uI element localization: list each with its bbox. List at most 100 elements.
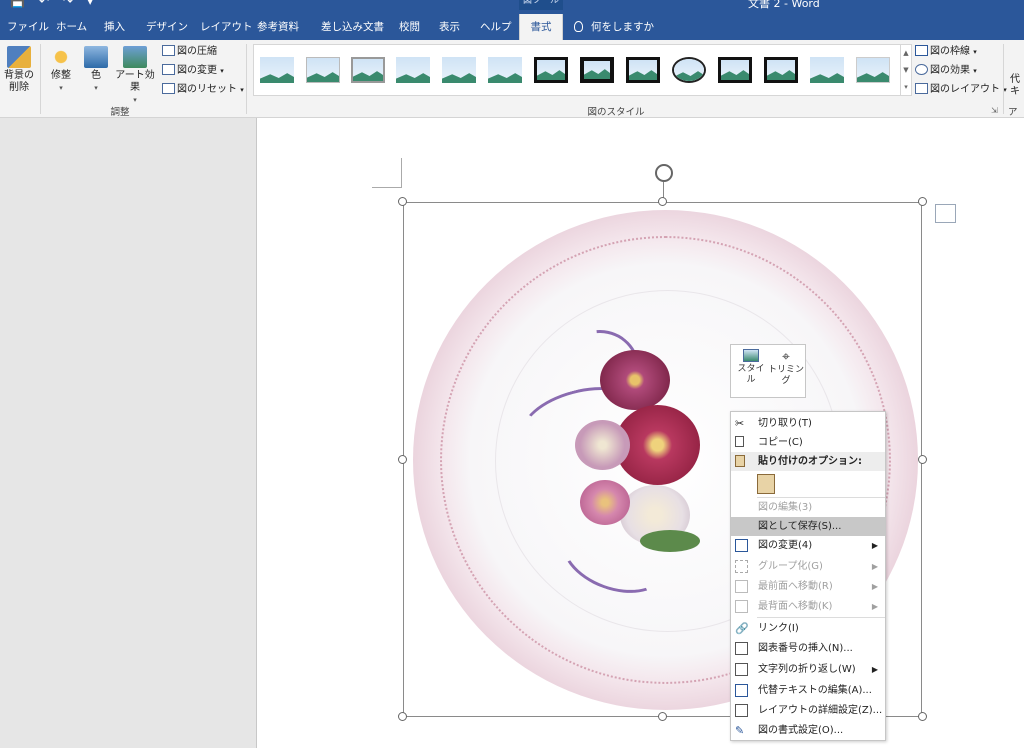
tab-insert[interactable]: 挿入: [102, 14, 127, 40]
picture-tools-label: 図ツール: [519, 0, 563, 10]
tab-review[interactable]: 校閲: [397, 14, 422, 40]
dialog-launcher-icon[interactable]: ⇲: [991, 106, 998, 115]
change-picture-button[interactable]: 図の変更 ▾: [162, 63, 224, 79]
quick-access-toolbar: 💾 ↶ ↷ ▾: [10, 0, 93, 8]
layout-icon: [735, 704, 748, 717]
ribbon: 背景の 削除 修整 ▾ 色 ▾ アート効果 ▾ 図の圧縮 図の変更 ▾ 図のリセット …: [0, 40, 1024, 132]
rotate-handle-icon[interactable]: [655, 164, 673, 182]
style-thumb[interactable]: [488, 57, 522, 83]
menu-item-edit-picture[interactable]: 図の編集(3): [731, 498, 885, 517]
submenu-arrow-icon: ▶: [871, 562, 878, 571]
resize-handle[interactable]: [918, 712, 927, 721]
layout-options-icon[interactable]: [935, 204, 956, 223]
document-title: 文書 2 - Word: [748, 0, 820, 10]
resize-handle[interactable]: [918, 197, 927, 206]
menu-item-cut[interactable]: ✂ 切り取り(T): [731, 414, 885, 433]
style-thumb[interactable]: [672, 57, 706, 83]
style-thumb[interactable]: [856, 57, 890, 83]
customize-qat-icon[interactable]: ▾: [87, 0, 93, 8]
tab-home[interactable]: ホーム: [54, 14, 89, 40]
divider: [1003, 44, 1004, 114]
tab-mailings[interactable]: 差し込み文書: [319, 14, 386, 40]
reset-picture-button[interactable]: 図のリセット ▾: [162, 82, 244, 98]
tab-file[interactable]: ファイル: [5, 14, 51, 40]
menu-item-advanced-layout[interactable]: レイアウトの詳細設定(Z)...: [731, 701, 885, 720]
tell-me-search[interactable]: 何をしますか: [574, 14, 654, 40]
submenu-arrow-icon: ▶: [871, 541, 878, 550]
style-thumb[interactable]: [626, 57, 660, 83]
menu-item-insert-caption[interactable]: 図表番号の挿入(N)...: [731, 639, 885, 658]
resize-handle[interactable]: [658, 712, 667, 721]
remove-background-icon: [7, 46, 31, 68]
tab-design[interactable]: デザイン: [144, 14, 190, 40]
undo-icon[interactable]: ↶: [39, 0, 49, 8]
menu-item-bring-to-front[interactable]: 最前面へ移動(R) ▶: [731, 577, 885, 596]
compress-icon: [162, 45, 175, 56]
compress-pictures-button[interactable]: 図の圧縮: [162, 44, 217, 60]
artistic-effects-icon: [123, 46, 147, 68]
style-thumb[interactable]: [534, 57, 568, 83]
tab-format[interactable]: 書式: [519, 14, 563, 40]
reset-picture-icon: [162, 83, 175, 94]
artistic-effects-button[interactable]: アート効果 ▾: [112, 46, 158, 106]
menu-item-format-picture[interactable]: ✎ 図の書式設定(O)...: [731, 721, 885, 740]
redo-icon[interactable]: ↷: [63, 0, 73, 8]
tab-help[interactable]: ヘルプ: [478, 14, 514, 40]
resize-handle[interactable]: [658, 197, 667, 206]
menu-item-paste-options: 貼り付けのオプション:: [731, 452, 885, 471]
color-icon: [84, 46, 108, 68]
wrap-text-icon: [735, 663, 748, 676]
resize-handle[interactable]: [398, 712, 407, 721]
mini-toolbar: スタイ ル ⌖ トリミング: [730, 344, 806, 398]
send-back-icon: [735, 600, 748, 613]
menu-item-link[interactable]: 🔗 リンク(I): [731, 619, 885, 638]
change-picture-icon: [162, 64, 175, 75]
alt-text-icon: [735, 684, 748, 697]
gallery-scroll[interactable]: ▲ ▼ ▾: [900, 44, 912, 96]
menu-item-send-to-back[interactable]: 最背面へ移動(K) ▶: [731, 597, 885, 616]
crop-button[interactable]: ⌖ トリミング: [767, 349, 805, 387]
style-thumb[interactable]: [718, 57, 752, 83]
picture-effects-button[interactable]: 図の効果 ▾: [915, 63, 977, 79]
save-icon[interactable]: 💾: [10, 0, 25, 8]
styles-group-label: 図のスタイル: [587, 107, 645, 118]
tab-layout[interactable]: レイアウト: [198, 14, 255, 40]
remove-background-button[interactable]: 背景の 削除: [3, 46, 35, 94]
style-thumb[interactable]: [351, 57, 385, 83]
paste-picture-icon[interactable]: [757, 474, 775, 494]
menu-item-group[interactable]: グループ化(G) ▶: [731, 557, 885, 576]
style-thumb[interactable]: [580, 57, 614, 83]
divider: [246, 44, 247, 114]
style-thumb[interactable]: [306, 57, 340, 83]
style-thumb[interactable]: [764, 57, 798, 83]
style-button[interactable]: スタイ ル: [736, 349, 766, 386]
menu-item-copy[interactable]: コピー(C): [731, 433, 885, 452]
alt-text-button[interactable]: 代 キ: [1010, 74, 1024, 98]
picture-styles-gallery: [253, 44, 901, 96]
menu-item-change-picture[interactable]: 図の変更(4) ▶: [731, 536, 885, 555]
menu-item-wrap-text[interactable]: 文字列の折り返し(W) ▶: [731, 660, 885, 679]
corrections-button[interactable]: 修整 ▾: [46, 46, 76, 94]
menu-item-edit-alt-text[interactable]: 代替テキストの編集(A)...: [731, 681, 885, 700]
tab-references[interactable]: 参考資料: [255, 14, 301, 40]
resize-handle[interactable]: [398, 455, 407, 464]
link-icon: 🔗: [735, 622, 749, 635]
picture-border-button[interactable]: 図の枠線 ▾: [915, 44, 977, 60]
color-button[interactable]: 色 ▾: [82, 46, 110, 94]
style-thumb[interactable]: [260, 57, 294, 83]
resize-handle[interactable]: [918, 455, 927, 464]
paste-icon: [735, 455, 745, 467]
margin-corner-mark: [372, 158, 402, 188]
resize-handle[interactable]: [398, 197, 407, 206]
tab-view[interactable]: 表示: [437, 14, 462, 40]
style-thumb[interactable]: [810, 57, 844, 83]
left-margin-area: [0, 118, 256, 748]
style-icon: [743, 349, 759, 362]
format-picture-icon: ✎: [735, 724, 745, 737]
adjust-group-label: 調整: [110, 107, 130, 118]
layout-icon: [915, 83, 928, 94]
picture-layout-button[interactable]: 図のレイアウト ▾: [915, 82, 1007, 98]
style-thumb[interactable]: [442, 57, 476, 83]
style-thumb[interactable]: [396, 57, 430, 83]
menu-item-save-as-picture[interactable]: 図として保存(S)...: [731, 517, 885, 536]
